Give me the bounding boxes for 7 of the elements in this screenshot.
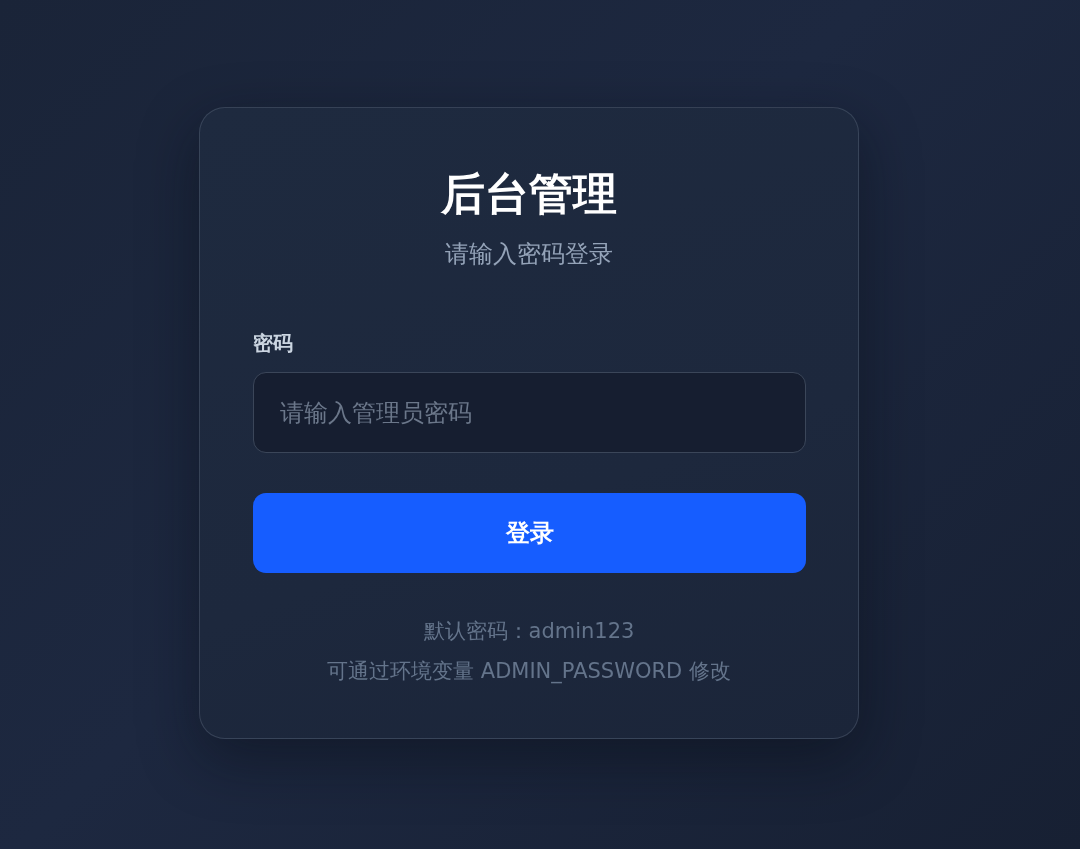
hint-text: 可通过环境变量 ADMIN_PASSWORD 修改	[327, 658, 731, 686]
password-field[interactable]: 请输入管理员密码	[253, 372, 806, 453]
page-title: 后台管理	[441, 167, 617, 221]
page-subtitle: 请输入密码登录	[445, 239, 613, 270]
password-label: 密码	[253, 330, 293, 357]
login-button[interactable]: 登录	[253, 493, 806, 573]
hint-text: 默认密码：admin123	[423, 618, 635, 645]
